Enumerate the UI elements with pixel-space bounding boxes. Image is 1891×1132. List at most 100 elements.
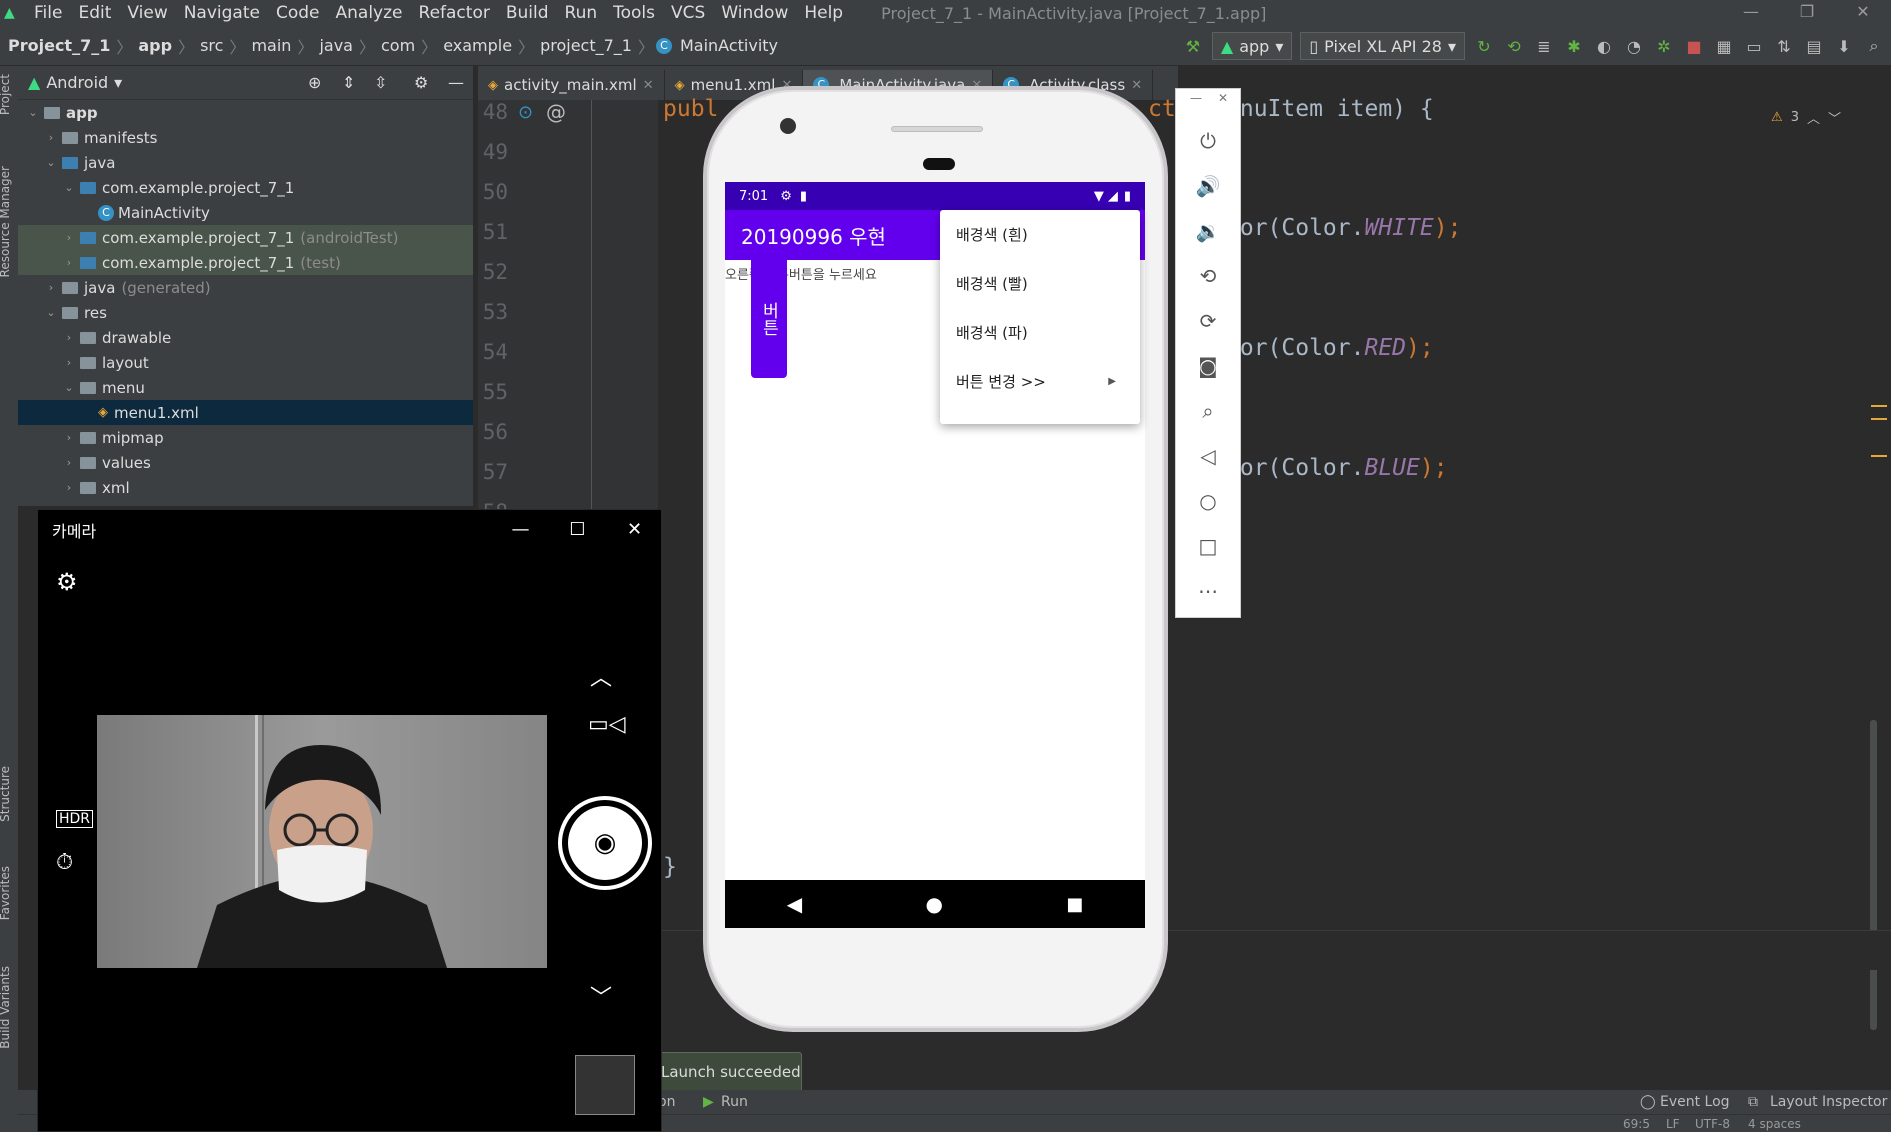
breadcrumb-project[interactable]: Project_7_1	[4, 36, 114, 55]
rerun-icon[interactable]: ↻	[1473, 35, 1495, 57]
rotate-right-icon[interactable]: ⟳	[1176, 309, 1240, 333]
tree-item[interactable]: ⌄ res	[18, 300, 473, 325]
chevron-right-icon[interactable]: ›	[44, 131, 58, 144]
warning-stripe[interactable]	[1871, 405, 1887, 407]
project-structure-icon[interactable]: ▦	[1713, 35, 1735, 57]
stop-icon[interactable]: ■	[1683, 35, 1705, 57]
menu-edit[interactable]: Edit	[70, 3, 119, 23]
tree-item[interactable]: C MainActivity	[18, 200, 473, 225]
tree-item[interactable]: › xml	[18, 475, 473, 500]
debug-icon[interactable]: ✱	[1563, 35, 1585, 57]
close-icon[interactable]: ✕	[606, 510, 663, 550]
tree-item[interactable]: ⌄ com.example.project_7_1	[18, 175, 473, 200]
coverage-icon[interactable]: ◐	[1593, 35, 1615, 57]
menu-item-bg-blue[interactable]: 배경색 (파)	[940, 308, 1140, 357]
timer-icon[interactable]: ⏱	[56, 850, 73, 875]
breadcrumb-example[interactable]: example	[439, 36, 516, 55]
view-mode-select[interactable]: Android	[46, 73, 108, 92]
chevron-right-icon[interactable]: ›	[44, 281, 58, 294]
screenshot-icon[interactable]: ◙	[1176, 354, 1240, 378]
line-separator[interactable]: LF	[1666, 1117, 1680, 1131]
indent-setting[interactable]: 4 spaces	[1748, 1117, 1801, 1131]
tree-item[interactable]: › java (generated)	[18, 275, 473, 300]
chevron-right-icon[interactable]: ›	[62, 256, 76, 269]
apply-changes-icon[interactable]: ⟲	[1503, 35, 1525, 57]
sdk-manager-icon[interactable]: ⬇	[1833, 35, 1855, 57]
structure-tool-tab[interactable]: Structure	[0, 766, 12, 822]
tree-item[interactable]: › mipmap	[18, 425, 473, 450]
chevron-down-icon[interactable]: ⌄	[44, 156, 58, 169]
profile-icon[interactable]: ◔	[1623, 35, 1645, 57]
chevron-down-icon[interactable]: ⌄	[44, 306, 58, 319]
menu-build[interactable]: Build	[498, 3, 557, 23]
chevron-down-icon[interactable]: ﹀	[590, 980, 612, 1012]
menu-view[interactable]: View	[119, 3, 175, 23]
menu-help[interactable]: Help	[796, 3, 851, 23]
override-marker-icon[interactable]: ⊙	[518, 102, 533, 123]
back-icon[interactable]: ◀	[787, 892, 802, 916]
tree-item[interactable]: ⌄ menu	[18, 375, 473, 400]
menu-item-button-change[interactable]: 버튼 변경 >> ▶	[940, 357, 1140, 406]
menu-refactor[interactable]: Refactor	[411, 3, 498, 23]
menu-tools[interactable]: Tools	[605, 3, 663, 23]
chevron-down-icon[interactable]: ⌄	[62, 381, 76, 394]
power-icon[interactable]: ⏻	[1176, 129, 1240, 153]
volume-down-icon[interactable]: 🔉	[1176, 219, 1240, 243]
breadcrumb-mainactivity[interactable]: MainActivity	[676, 36, 782, 55]
menu-code[interactable]: Code	[268, 3, 328, 23]
chevron-down-icon[interactable]: ⌄	[26, 106, 40, 119]
home-icon[interactable]: ●	[925, 892, 942, 916]
more-icon[interactable]: ⋯	[1176, 579, 1240, 603]
breadcrumb-src[interactable]: src	[196, 36, 227, 55]
home-icon[interactable]: ○	[1176, 489, 1240, 513]
run-config-select[interactable]: ▲ app ▾	[1211, 32, 1293, 60]
menu-vcs[interactable]: VCS	[663, 3, 713, 23]
rotated-button[interactable]: 버튼	[751, 260, 787, 378]
breadcrumb-app[interactable]: app	[134, 36, 176, 55]
editor-scrollbar[interactable]	[1870, 720, 1877, 1030]
tree-item[interactable]: › com.example.project_7_1 (test)	[18, 250, 473, 275]
chevron-right-icon[interactable]: ›	[62, 356, 76, 369]
tree-item[interactable]: ◈ menu1.xml	[18, 400, 473, 425]
menu-item-bg-red[interactable]: 배경색 (빨)	[940, 259, 1140, 308]
tree-item[interactable]: › com.example.project_7_1 (androidTest)	[18, 225, 473, 250]
sync-icon[interactable]: ⇅	[1773, 35, 1795, 57]
tree-item[interactable]: › drawable	[18, 325, 473, 350]
close-icon[interactable]: ✕	[1835, 0, 1891, 26]
minimize-icon[interactable]: —	[1190, 91, 1202, 105]
hide-panel-icon[interactable]: —	[448, 73, 464, 92]
breadcrumb-package[interactable]: project_7_1	[536, 36, 636, 55]
gear-icon[interactable]: ⚙	[414, 73, 428, 92]
shutter-button[interactable]: ◉	[558, 796, 652, 890]
menu-run[interactable]: Run	[557, 3, 606, 23]
close-icon[interactable]: ✕	[1218, 91, 1228, 105]
chevron-down-icon[interactable]: ▾	[114, 73, 122, 92]
breadcrumb-main[interactable]: main	[247, 36, 295, 55]
menu-window[interactable]: Window	[713, 3, 796, 23]
collapse-all-icon[interactable]: ⇳	[374, 73, 387, 92]
warning-stripe[interactable]	[1871, 455, 1887, 457]
rotate-left-icon[interactable]: ⟲	[1176, 264, 1240, 288]
chevron-right-icon[interactable]: ›	[62, 331, 76, 344]
build-hammer-icon[interactable]: ⚒	[1182, 35, 1204, 57]
chevron-right-icon[interactable]: ›	[62, 231, 76, 244]
breadcrumb-com[interactable]: com	[377, 36, 419, 55]
overview-icon[interactable]: □	[1176, 534, 1240, 558]
favorites-tool-tab[interactable]: Favorites	[0, 866, 12, 920]
search-icon[interactable]: ⌕	[1863, 35, 1885, 57]
menu-item-bg-white[interactable]: 배경색 (흰)	[940, 210, 1140, 259]
tree-item[interactable]: ⌄ app	[18, 100, 473, 125]
tree-item[interactable]: › values	[18, 450, 473, 475]
attach-debugger-icon[interactable]: ✲	[1653, 35, 1675, 57]
device-file-icon[interactable]: ▤	[1803, 35, 1825, 57]
minimize-icon[interactable]: —	[492, 510, 549, 550]
video-mode-icon[interactable]: ▭◁	[588, 712, 626, 737]
back-icon[interactable]: ◁	[1176, 444, 1240, 468]
file-encoding[interactable]: UTF-8	[1695, 1117, 1730, 1131]
tree-item[interactable]: › manifests	[18, 125, 473, 150]
gear-icon[interactable]: ⚙	[56, 568, 78, 596]
chevron-up-icon[interactable]: ︿	[590, 660, 612, 692]
layout-inspector-tab[interactable]: Layout Inspector	[1770, 1094, 1887, 1110]
recents-icon[interactable]: ■	[1066, 894, 1083, 915]
expand-all-icon[interactable]: ⇕	[342, 73, 355, 92]
